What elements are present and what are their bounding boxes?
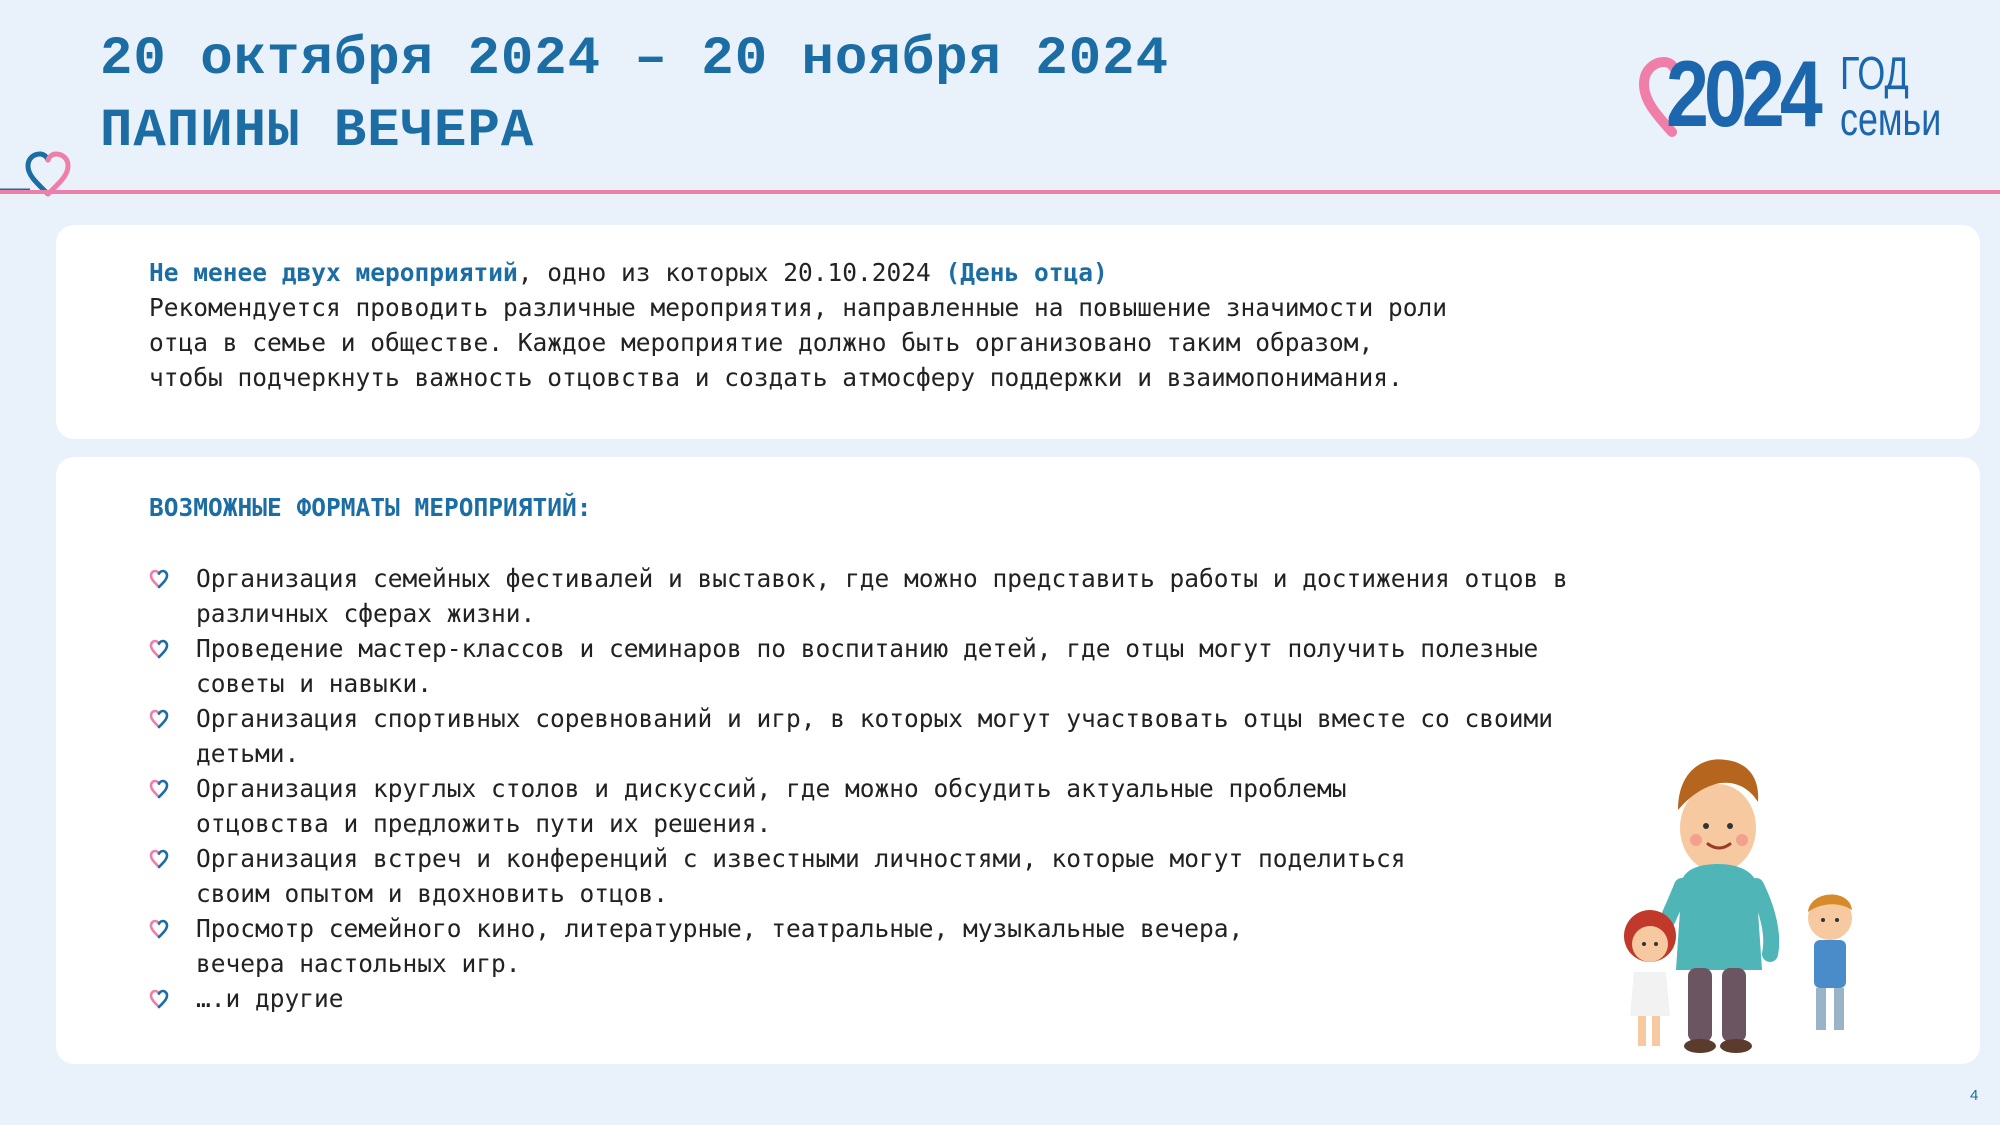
list-item-line: Организация встреч и конференций с извес… — [196, 844, 1406, 873]
heart-bullet-icon — [149, 709, 169, 729]
list-item: Организация семейных фестивалей и выстав… — [149, 561, 1568, 631]
list-item-line: Организация семейных фестивалей и выстав… — [196, 564, 1568, 593]
logo-word-semyi: семьи — [1840, 93, 1942, 145]
list-item: Организация круглых столов и дискуссий, … — [149, 771, 1568, 841]
heart-bullet-icon — [149, 779, 169, 799]
list-item-line: Организация спортивных соревнований и иг… — [196, 704, 1554, 733]
heart-bullet-icon — [149, 989, 169, 1009]
heart-bullet-icon — [149, 639, 169, 659]
list-item-line: вечера настольных игр. — [196, 949, 521, 978]
list-item-line: Организация круглых столов и дискуссий, … — [196, 774, 1347, 803]
header-event-title: ПАПИНЫ ВЕЧЕРА — [100, 101, 535, 162]
logo-word-god: ГОД — [1840, 47, 1909, 99]
slide: 20 октября 2024 – 20 ноября 2024 ПАПИНЫ … — [0, 0, 2000, 1125]
list-item-line: отцовства и предложить пути их решения. — [196, 809, 772, 838]
intro-lead-rest: , одно из которых 20.10.2024 — [517, 258, 946, 287]
list-item: ….и другие — [149, 981, 1568, 1016]
list-item-line: Просмотр семейного кино, литературные, т… — [196, 914, 1244, 943]
intro-bold-lead: Не менее двух мероприятий — [149, 258, 518, 287]
list-item-line: советы и навыки. — [196, 669, 433, 698]
list-item-line: своим опытом и вдохновить отцов. — [196, 879, 669, 908]
logo-words: ГОД семьи — [1840, 50, 1941, 142]
intro-card: Не менее двух мероприятий, одно из котор… — [56, 225, 1980, 439]
heart-bullet-icon — [149, 919, 169, 939]
formats-list: Организация семейных фестивалей и выстав… — [149, 561, 1568, 1016]
list-item: Организация спортивных соревнований и иг… — [149, 701, 1568, 771]
intro-text: Не менее двух мероприятий, одно из котор… — [149, 255, 1447, 395]
list-item-line: детьми. — [196, 739, 300, 768]
formats-title: ВОЗМОЖНЫЕ ФОРМАТЫ МЕРОПРИЯТИЙ: — [149, 493, 592, 522]
page-number: 4 — [1970, 1087, 1979, 1104]
header-title: 20 октября 2024 – 20 ноября 2024 ПАПИНЫ … — [100, 24, 1169, 168]
list-item: Просмотр семейного кино, литературные, т… — [149, 911, 1568, 981]
list-item: Проведение мастер-классов и семинаров по… — [149, 631, 1568, 701]
intro-line: чтобы подчеркнуть важность отцовства и с… — [149, 363, 1403, 392]
list-item-line: ….и другие — [196, 984, 344, 1013]
family-illustration — [1624, 759, 1852, 1053]
intro-line: отца в семье и обществе. Каждое мероприя… — [149, 328, 1374, 357]
header-dates: 20 октября 2024 – 20 ноября 2024 — [100, 29, 1169, 90]
intro-line: Рекомендуется проводить различные меропр… — [149, 293, 1448, 322]
list-item-line: различных сферах жизни. — [196, 599, 536, 628]
year-of-family-logo: 2024 ГОД семьи — [1636, 44, 1966, 150]
intro-lead-line: Не менее двух мероприятий, одно из котор… — [149, 255, 1447, 290]
list-item-line: Проведение мастер-классов и семинаров по… — [196, 634, 1539, 663]
heart-bullet-icon — [149, 569, 169, 589]
header-divider — [0, 190, 2000, 194]
heart-bullet-icon — [149, 849, 169, 869]
intro-bold-tail: (День отца) — [945, 258, 1108, 287]
logo-year: 2024 — [1666, 41, 1823, 146]
list-item: Организация встреч и конференций с извес… — [149, 841, 1568, 911]
